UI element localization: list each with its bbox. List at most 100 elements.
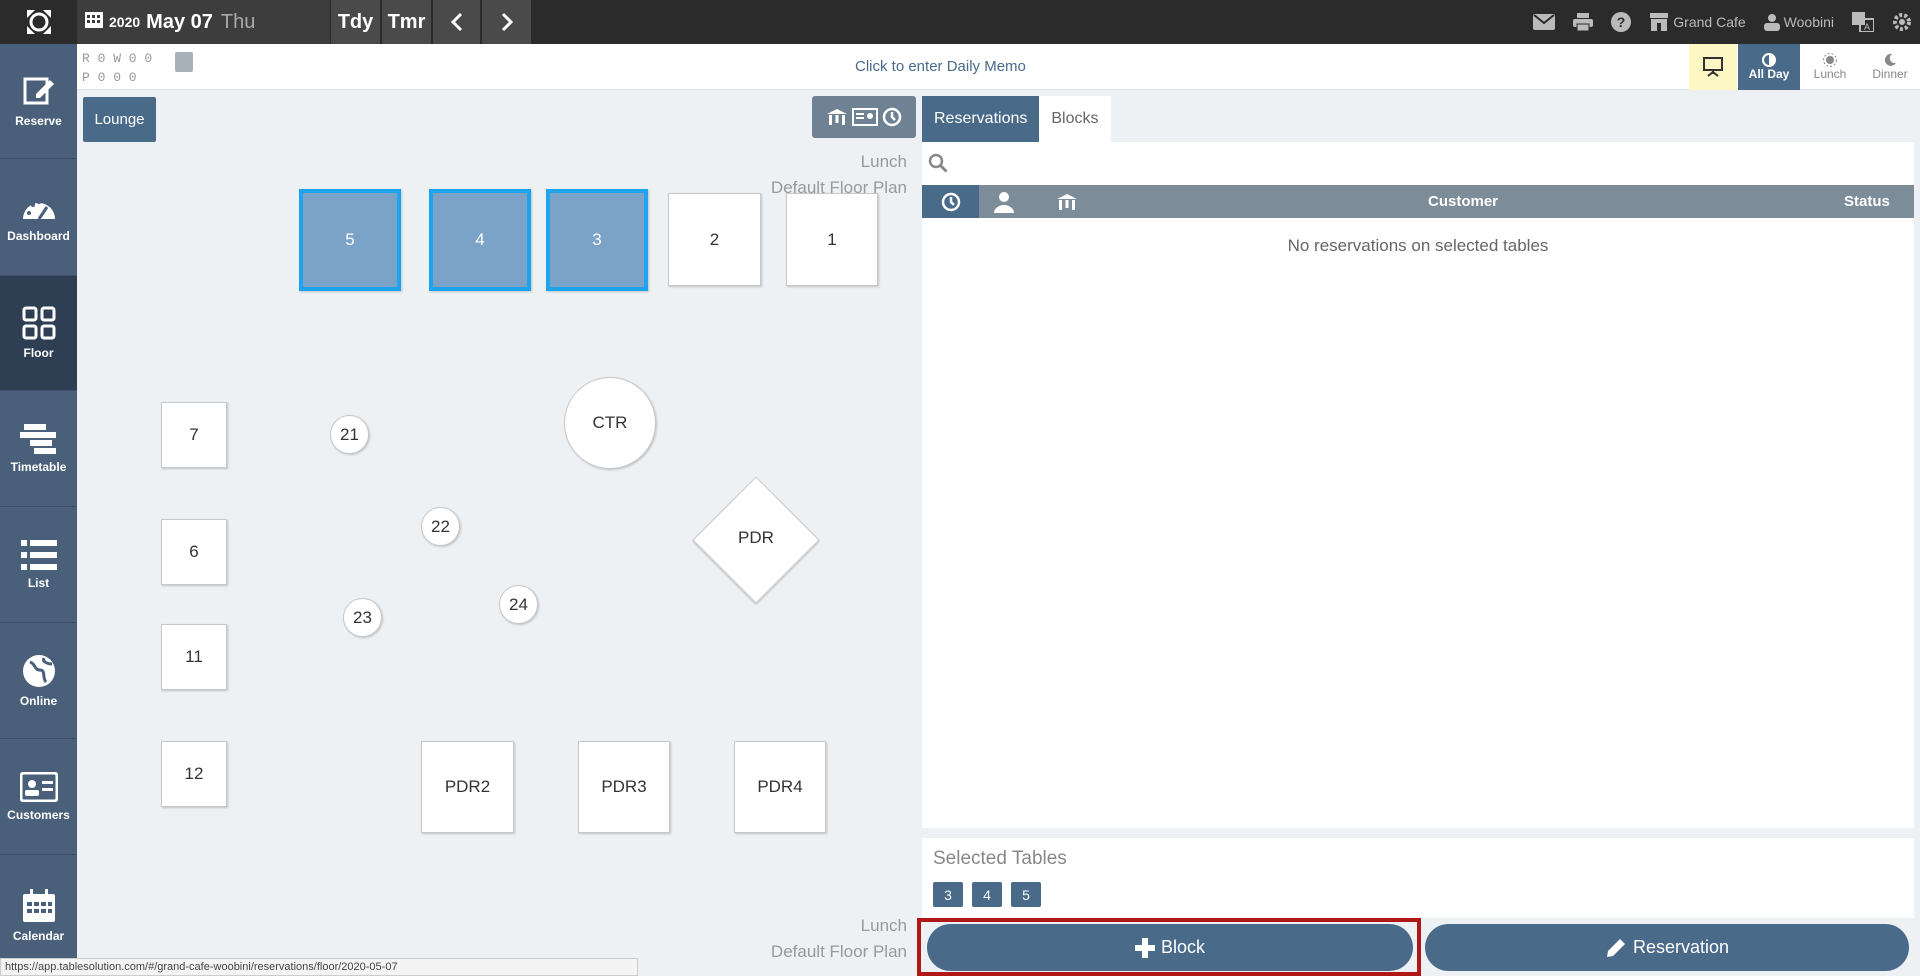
daily-stats: R 0 W 0 0 P 0 0 0 [82,49,152,87]
sidebar-item-label: Online [19,694,58,708]
selected-table-chip[interactable]: 4 [972,882,1002,907]
venue-selector[interactable]: Grand Cafe [1649,13,1746,31]
search-input[interactable] [922,142,1914,185]
sidebar-item-label: Dashboard [7,229,70,243]
panel-tabs: Reservations Blocks [922,96,1111,142]
presentation-icon[interactable] [1689,44,1737,90]
table-pdr4[interactable]: PDR4 [734,741,826,833]
user-menu[interactable]: Woobini [1763,13,1834,31]
sidebar-item-online[interactable]: Online [0,624,77,739]
floor-view-toggles[interactable] [812,96,916,138]
reservation-list: No reservations on selected tables [922,218,1914,828]
sidebar: Reserve Dashboard Floor Timetable List O… [0,44,77,976]
table-5[interactable]: 5 [299,189,401,291]
table-2[interactable]: 2 [668,193,761,286]
date-picker[interactable]: 2020 May 07 Thu [77,0,330,44]
settings-gear-icon[interactable] [1892,12,1912,32]
sidebar-item-label: List [27,576,50,590]
half-circle-icon [1762,53,1776,67]
sort-time-button[interactable] [922,185,979,218]
sidebar-item-timetable[interactable]: Timetable [0,392,77,507]
table-1[interactable]: 1 [786,193,878,286]
sidebar-item-list[interactable]: List [0,508,77,623]
table-pdr3[interactable]: PDR3 [578,741,670,833]
table-24[interactable]: 24 [499,585,538,624]
table-header: Customer Status [922,185,1914,218]
reservation-button[interactable]: Reservation [1425,924,1909,971]
search-icon [928,153,948,173]
shift-label: All Day [1748,67,1790,81]
tomorrow-button[interactable]: Tmr [381,0,431,44]
clock-icon [941,192,960,211]
print-icon[interactable] [1573,13,1594,31]
next-day-button[interactable] [481,0,531,44]
sort-guest-button[interactable] [993,191,1015,217]
table-11[interactable]: 11 [161,624,227,690]
table-icon [1057,194,1077,210]
table-pdr2[interactable]: PDR2 [421,741,514,833]
app-logo-icon[interactable] [0,0,77,44]
tab-reservations[interactable]: Reservations [922,96,1040,142]
sidebar-item-label: Calendar [12,929,65,943]
clock-icon [882,107,902,127]
sidebar-item-label: Reserve [15,114,62,128]
daily-memo[interactable]: Click to enter Daily Memo [855,58,1026,75]
date-weekday: Thu [220,10,256,33]
table-23[interactable]: 23 [343,598,382,637]
table-4[interactable]: 4 [429,189,531,291]
moon-icon [1884,53,1896,66]
col-status[interactable]: Status [1844,193,1890,210]
tab-blocks[interactable]: Blocks [1039,96,1111,142]
table-3[interactable]: 3 [546,189,648,291]
selected-tables-title: Selected Tables [933,848,1067,869]
note-icon[interactable] [175,52,193,72]
store-icon [1650,13,1669,31]
table-12[interactable]: 12 [161,741,227,807]
top-right-toolbar: ? Grand Cafe Woobini A [1533,0,1920,44]
shift-label: Dinner [1872,67,1908,81]
floor-shift-label: Lunch [860,152,907,171]
selected-table-chip[interactable]: 5 [1011,882,1041,907]
prev-day-button[interactable] [432,0,480,44]
sidebar-item-reserve[interactable]: Reserve [0,44,77,159]
mail-icon[interactable] [1533,14,1556,30]
stats-row-people: P 0 0 0 [82,70,137,85]
venue-name: Grand Cafe [1673,14,1746,30]
reservation-button-label: Reservation [1632,937,1730,957]
floor-shift-label-bottom: Lunch [860,916,907,935]
pencil-icon [1606,938,1625,957]
user-icon [994,192,1014,213]
sidebar-item-label: Customers [7,808,70,822]
shift-dinner[interactable]: Dinner [1860,44,1920,90]
chevron-right-icon [501,12,513,32]
language-icon[interactable]: A [1852,12,1874,32]
table-21[interactable]: 21 [330,415,369,454]
sidebar-item-floor[interactable]: Floor [0,276,77,391]
table-pdr-label: PDR [738,528,774,547]
empty-message: No reservations on selected tables [1287,236,1549,255]
sidebar-item-dashboard[interactable]: Dashboard [0,161,77,276]
svg-text:?: ? [1617,14,1626,30]
area-tab-lounge[interactable]: Lounge [83,97,156,142]
col-customer[interactable]: Customer [1428,193,1498,210]
sidebar-item-label: Floor [23,346,54,360]
table-ctr[interactable]: CTR [564,377,656,469]
id-card-icon [852,108,878,126]
date-month-day: May 07 [146,10,213,33]
shift-lunch[interactable]: Lunch [1801,44,1859,90]
globe-icon [22,655,55,687]
table-22[interactable]: 22 [421,507,460,546]
sun-icon [1823,53,1837,67]
today-button[interactable]: Tdy [330,0,380,44]
table-6[interactable]: 6 [161,519,227,585]
block-button-highlight [917,918,1421,976]
table-7[interactable]: 7 [161,402,227,468]
help-icon[interactable]: ? [1611,12,1632,32]
gauge-icon [22,200,55,220]
browser-status-url: https://app.tablesolution.com/#/grand-ca… [0,958,638,976]
chevron-left-icon [450,12,462,32]
sort-table-button[interactable] [1056,193,1078,215]
shift-all-day[interactable]: All Day [1738,44,1800,90]
selected-table-chip[interactable]: 3 [933,882,963,907]
sidebar-item-customers[interactable]: Customers [0,740,77,855]
